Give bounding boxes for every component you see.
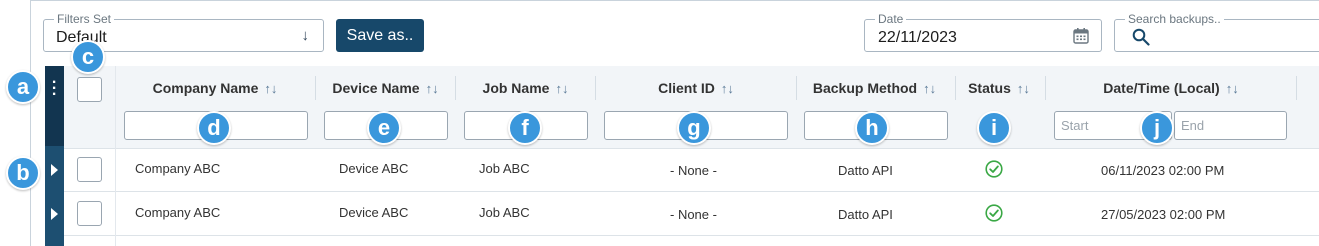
select-column-divider [115, 66, 116, 246]
row-expand-icon[interactable] [51, 164, 58, 176]
search-icon[interactable] [1132, 28, 1150, 46]
sort-icon[interactable]: ↑↓ [426, 81, 439, 96]
column-resize-handle[interactable] [796, 76, 797, 100]
date-value: 22/11/2023 [878, 29, 957, 46]
row-expand-icon[interactable] [51, 208, 58, 220]
column-header-backup-method[interactable]: Backup Method ↑↓ [798, 80, 951, 96]
search-backups-label: Search backups.. [1125, 12, 1224, 26]
search-backups-field[interactable]: Search backups.. [1114, 12, 1319, 52]
column-header-job-name[interactable]: Job Name ↑↓ [458, 80, 593, 96]
panel-border-left [30, 0, 31, 246]
column-header-label: Company Name [152, 80, 259, 96]
save-as-button[interactable]: Save as.. [336, 19, 424, 52]
date-end-filter-input[interactable] [1174, 111, 1287, 140]
backup-method-cell: Datto API [838, 207, 893, 222]
column-header-device-name[interactable]: Device Name ↑↓ [318, 80, 453, 96]
company-name-cell: Company ABC [135, 161, 221, 176]
column-resize-handle[interactable] [315, 76, 316, 100]
column-header-label: Device Name [332, 80, 420, 96]
sort-icon[interactable]: ↑↓ [1226, 81, 1239, 96]
row-divider [64, 235, 1319, 236]
kebab-menu-icon[interactable]: · · · [45, 75, 64, 103]
client-id-cell: - None - [670, 207, 717, 222]
sort-icon[interactable]: ↑↓ [555, 81, 568, 96]
callout-marker-e: e [367, 111, 401, 145]
column-resize-handle[interactable] [455, 76, 456, 100]
client-id-cell: - None - [670, 163, 717, 178]
column-header-status[interactable]: Status ↑↓ [956, 80, 1042, 96]
success-check-icon [985, 160, 1003, 178]
backup-method-cell: Datto API [838, 163, 893, 178]
callout-marker-c: c [71, 40, 105, 74]
sort-icon[interactable]: ↑↓ [264, 81, 277, 96]
date-time-cell: 06/11/2023 02:00 PM [1101, 163, 1225, 178]
arrow-down-icon: ↓ [301, 27, 310, 44]
column-resize-handle[interactable] [595, 76, 596, 100]
callout-marker-i: i [977, 111, 1011, 145]
success-check-icon [985, 204, 1003, 222]
filters-set-label: Filters Set [54, 12, 115, 26]
company-name-cell: Company ABC [135, 205, 221, 220]
column-menu-area: · · · [45, 66, 64, 146]
callout-marker-a: a [6, 70, 40, 104]
date-field[interactable]: Date 22/11/2023 [864, 12, 1102, 52]
row-select-checkbox[interactable] [77, 157, 102, 182]
select-all-checkbox[interactable] [77, 77, 102, 102]
row-select-checkbox[interactable] [77, 201, 102, 226]
column-header-label: Backup Method [812, 80, 918, 96]
date-label: Date [875, 12, 907, 26]
column-header-date-time[interactable]: Date/Time (Local) ↑↓ [1048, 80, 1294, 96]
row-divider [64, 148, 1319, 149]
callout-marker-j: j [1140, 111, 1174, 145]
sort-icon[interactable]: ↑↓ [1017, 81, 1030, 96]
device-name-cell: Device ABC [339, 161, 409, 176]
calendar-icon[interactable] [1073, 27, 1089, 44]
job-name-cell: Job ABC [479, 161, 530, 176]
callout-marker-b: b [6, 156, 40, 190]
sort-icon[interactable]: ↑↓ [923, 81, 936, 96]
column-header-label: Date/Time (Local) [1103, 80, 1220, 96]
column-header-company-name[interactable]: Company Name ↑↓ [118, 80, 312, 96]
row-divider [64, 191, 1319, 192]
column-header-label: Status [968, 80, 1011, 96]
column-resize-handle[interactable] [1045, 76, 1046, 100]
column-header-client-id[interactable]: Client ID ↑↓ [598, 80, 794, 96]
callout-marker-g: g [677, 111, 711, 145]
date-time-cell: 27/05/2023 02:00 PM [1101, 207, 1226, 222]
column-header-label: Job Name [482, 80, 550, 96]
callout-marker-f: f [508, 111, 542, 145]
column-header-label: Client ID [658, 80, 715, 96]
job-name-cell: Job ABC [479, 205, 530, 220]
column-resize-handle[interactable] [1296, 76, 1297, 100]
panel-border-top [30, 0, 1319, 1]
sort-icon[interactable]: ↑↓ [721, 81, 734, 96]
callout-marker-h: h [855, 111, 889, 145]
callout-marker-d: d [197, 111, 231, 145]
device-name-cell: Device ABC [339, 205, 409, 220]
